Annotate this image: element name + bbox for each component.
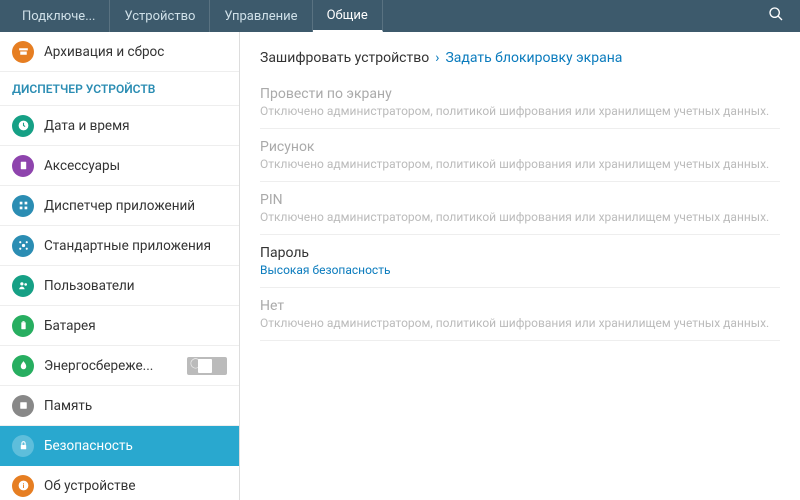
memory-icon <box>12 395 34 417</box>
sidebar: Архивация и сброс ДИСПЕТЧЕР УСТРОЙСТВ Да… <box>0 32 240 500</box>
sidebar-item-label: Пользователи <box>44 278 135 294</box>
option-password[interactable]: Пароль Высокая безопасность <box>260 235 780 288</box>
chevron-right-icon: › <box>435 50 439 66</box>
sidebar-header-device-manager: ДИСПЕТЧЕР УСТРОЙСТВ <box>0 72 239 106</box>
sidebar-item-label: Энергосбереже... <box>44 358 153 374</box>
lock-icon <box>12 435 34 457</box>
powersave-icon <box>12 355 34 377</box>
sidebar-item-defaultapps[interactable]: Стандартные приложения <box>0 226 239 266</box>
option-pattern: Рисунок Отключено администратором, полит… <box>260 129 780 182</box>
users-icon <box>12 275 34 297</box>
option-subtitle: Отключено администратором, политикой шиф… <box>260 316 780 330</box>
option-swipe: Провести по экрану Отключено администрат… <box>260 76 780 129</box>
option-subtitle: Отключено администратором, политикой шиф… <box>260 104 780 118</box>
breadcrumb: Зашифровать устройство › Задать блокиров… <box>260 50 780 66</box>
sidebar-item-label: Аксессуары <box>44 158 120 174</box>
search-icon <box>768 6 784 26</box>
sidebar-item-label: Об устройстве <box>44 478 135 494</box>
option-subtitle: Отключено администратором, политикой шиф… <box>260 157 780 171</box>
sidebar-item-label: Стандартные приложения <box>44 238 211 254</box>
sidebar-item-label: Диспетчер приложений <box>44 198 195 214</box>
powersave-toggle[interactable] <box>187 357 227 375</box>
sidebar-header-label: ДИСПЕТЧЕР УСТРОЙСТВ <box>12 82 155 96</box>
option-title: PIN <box>260 192 780 208</box>
option-title: Нет <box>260 298 780 314</box>
svg-text:i: i <box>22 482 24 490</box>
tab-management[interactable]: Управление <box>210 0 312 32</box>
default-apps-icon <box>12 235 34 257</box>
accessories-icon <box>12 155 34 177</box>
content-pane: Зашифровать устройство › Задать блокиров… <box>240 32 800 500</box>
option-none: Нет Отключено администратором, политикой… <box>260 288 780 341</box>
breadcrumb-root[interactable]: Зашифровать устройство <box>260 50 429 66</box>
tab-device[interactable]: Устройство <box>110 0 210 32</box>
sidebar-item-datetime[interactable]: Дата и время <box>0 106 239 146</box>
sidebar-item-label: Батарея <box>44 318 96 334</box>
option-subtitle: Отключено администратором, политикой шиф… <box>260 210 780 224</box>
option-pin: PIN Отключено администратором, политикой… <box>260 182 780 235</box>
sidebar-item-about[interactable]: i Об устройстве <box>0 466 239 500</box>
sidebar-item-powersave[interactable]: Энергосбереже... <box>0 346 239 386</box>
breadcrumb-current: Задать блокировку экрана <box>445 50 622 66</box>
option-title: Провести по экрану <box>260 86 780 102</box>
sidebar-item-battery[interactable]: Батарея <box>0 306 239 346</box>
archive-icon <box>12 41 34 63</box>
apps-icon <box>12 195 34 217</box>
sidebar-item-label: Память <box>44 398 92 414</box>
sidebar-item-appmanager[interactable]: Диспетчер приложений <box>0 186 239 226</box>
search-button[interactable] <box>760 0 792 32</box>
sidebar-item-security[interactable]: Безопасность <box>0 426 239 466</box>
info-icon: i <box>12 475 34 497</box>
tab-connections[interactable]: Подключе... <box>8 0 110 32</box>
sidebar-item-accessories[interactable]: Аксессуары <box>0 146 239 186</box>
sidebar-item-label: Дата и время <box>44 118 130 134</box>
option-title: Пароль <box>260 245 780 261</box>
sidebar-item-label: Архивация и сброс <box>44 44 164 60</box>
sidebar-item-archive[interactable]: Архивация и сброс <box>0 32 239 72</box>
option-subtitle: Высокая безопасность <box>260 263 780 277</box>
sidebar-item-label: Безопасность <box>44 438 133 454</box>
option-title: Рисунок <box>260 139 780 155</box>
tab-general[interactable]: Общие <box>313 0 383 32</box>
sidebar-item-memory[interactable]: Память <box>0 386 239 426</box>
battery-icon <box>12 315 34 337</box>
clock-icon <box>12 115 34 137</box>
sidebar-item-users[interactable]: Пользователи <box>0 266 239 306</box>
